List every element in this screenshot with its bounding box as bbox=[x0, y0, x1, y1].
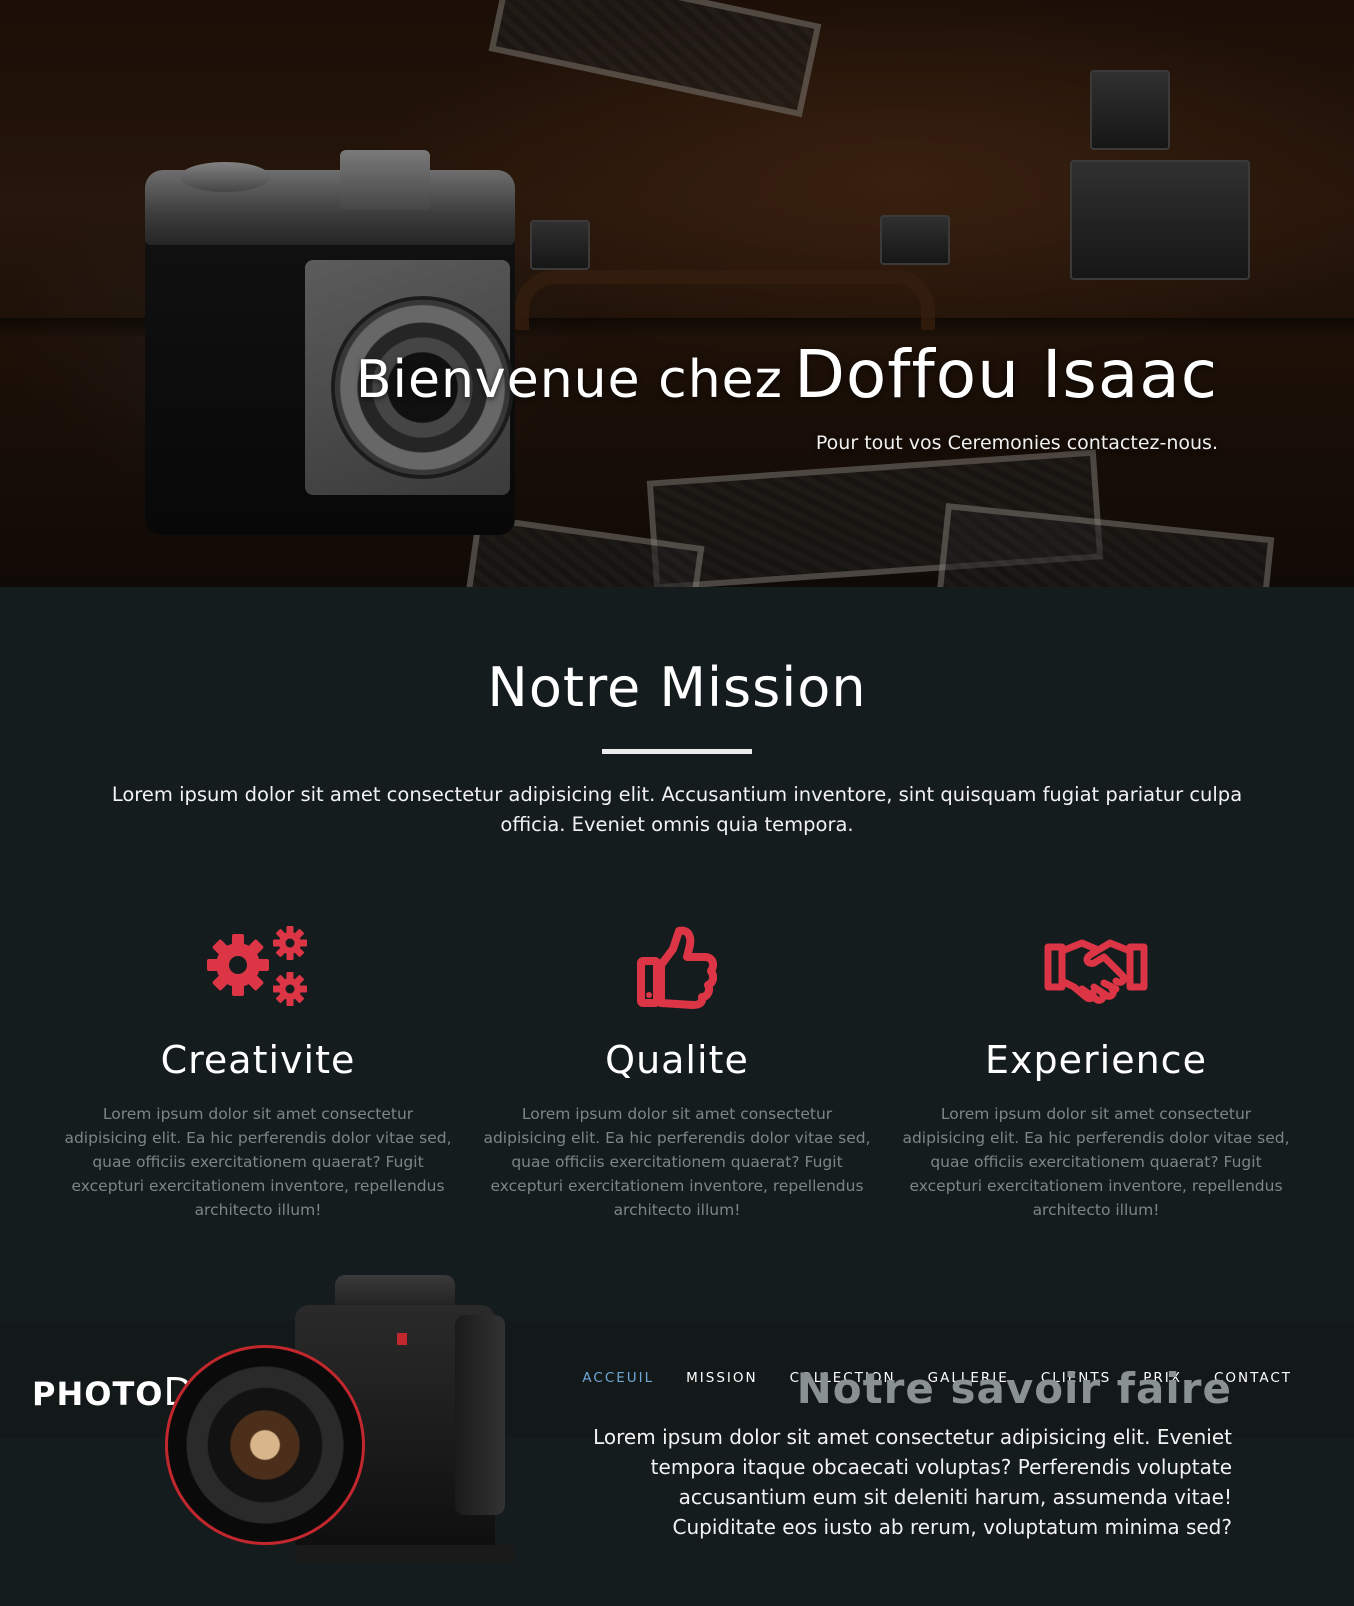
feature-qualite: Qualite Lorem ipsum dolor sit amet conse… bbox=[479, 925, 875, 1222]
nav-item-mission[interactable]: MISSION bbox=[670, 1370, 773, 1386]
nav-item-acceuil[interactable]: ACCEUIL bbox=[566, 1370, 670, 1386]
hero-section: Bienvenue chez Doffou Isaac Pour tout vo… bbox=[0, 0, 1354, 587]
hero-text: Bienvenue chez Doffou Isaac Pour tout vo… bbox=[356, 342, 1218, 455]
hero-subtitle: Pour tout vos Ceremonies contactez-nous. bbox=[815, 432, 1218, 454]
mission-text: Lorem ipsum dolor sit amet consectetur a… bbox=[111, 783, 1243, 836]
feature-title: Experience bbox=[985, 1038, 1207, 1082]
handshake-icon bbox=[898, 925, 1294, 1010]
feature-text: Lorem ipsum dolor sit amet consectetur a… bbox=[64, 1105, 452, 1219]
hero-overlay bbox=[0, 0, 1354, 587]
pro-camera-image bbox=[165, 1275, 525, 1605]
gears-icon bbox=[60, 925, 456, 1010]
mission-title: Notre Mission bbox=[487, 656, 867, 719]
feature-creativite: Creativite Lorem ipsum dolor sit amet co… bbox=[60, 925, 456, 1222]
brand-part-photo: PHOTO bbox=[32, 1375, 164, 1413]
hero-title-name: Doffou Isaac bbox=[794, 336, 1218, 413]
savoir-faire-text: Lorem ipsum dolor sit amet consectetur a… bbox=[593, 1425, 1232, 1539]
feature-experience: Experience Lorem ipsum dolor sit amet co… bbox=[898, 925, 1294, 1222]
thumbs-up-icon bbox=[479, 925, 875, 1010]
feature-title: Creativite bbox=[160, 1038, 356, 1082]
title-underline bbox=[602, 749, 752, 754]
hero-title: Bienvenue chez Doffou Isaac bbox=[356, 342, 1218, 408]
feature-text: Lorem ipsum dolor sit amet consectetur a… bbox=[902, 1105, 1290, 1219]
feature-text: Lorem ipsum dolor sit amet consectetur a… bbox=[483, 1105, 871, 1219]
feature-title: Qualite bbox=[605, 1038, 749, 1082]
hero-title-lead: Bienvenue chez bbox=[355, 350, 783, 410]
savoir-faire-title: Notre savoir faire bbox=[796, 1364, 1232, 1413]
